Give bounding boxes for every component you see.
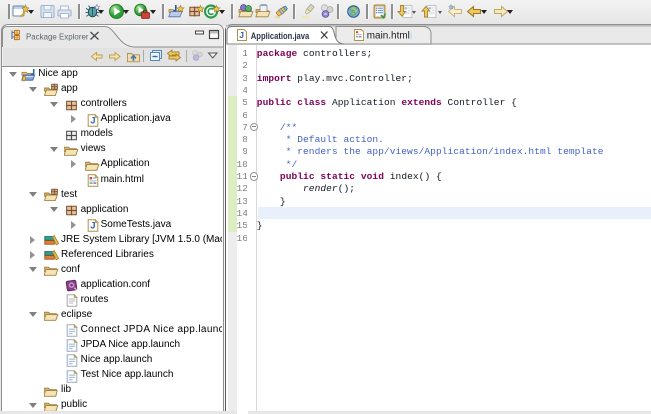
svg-text:main.html: main.html xyxy=(367,31,410,42)
svg-text:J: J xyxy=(239,30,244,40)
svg-text:Package Explorer: Package Explorer xyxy=(26,31,89,41)
svg-text:Application.java: Application.java xyxy=(251,31,310,41)
